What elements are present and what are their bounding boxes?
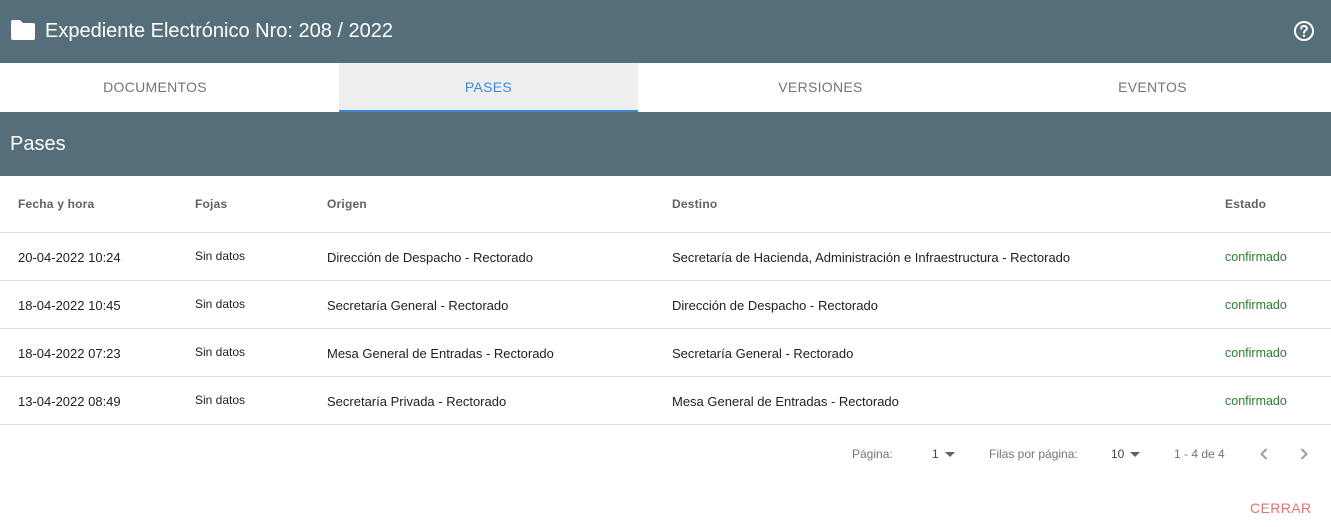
chevron-left-icon[interactable] — [1253, 443, 1275, 465]
chevron-right-icon[interactable] — [1293, 443, 1315, 465]
status-badge: confirmado — [1225, 250, 1287, 264]
status-badge: confirmado — [1225, 394, 1287, 408]
table-row[interactable]: 18-04-2022 07:23 Sin datos Mesa General … — [0, 329, 1331, 377]
cell-fojas: Sin datos — [195, 393, 246, 407]
cell-destino: Secretaría de Hacienda, Administración e… — [672, 250, 1071, 265]
cell-fojas: Sin datos — [195, 297, 246, 311]
cell-origen: Secretaría General - Rectorado — [327, 298, 509, 313]
section-title: Pases — [10, 133, 66, 155]
page-title: Expediente Electrónico Nro: 208 / 2022 — [45, 20, 393, 42]
page-range: 1 - 4 de 4 — [1174, 447, 1225, 461]
page-label: Página: — [852, 447, 893, 461]
cell-origen: Mesa General de Entradas - Rectorado — [327, 346, 554, 361]
section-header: Pases — [0, 112, 1331, 176]
table-row[interactable]: 20-04-2022 10:24 Sin datos Dirección de … — [0, 233, 1331, 281]
cell-destino: Mesa General de Entradas - Rectorado — [672, 394, 899, 409]
status-badge: confirmado — [1225, 298, 1287, 312]
column-header-origen[interactable]: Origen — [327, 197, 367, 211]
tab-versiones[interactable]: VERSIONES — [670, 63, 971, 111]
cell-fojas: Sin datos — [195, 249, 246, 263]
chevron-down-icon[interactable] — [1130, 452, 1140, 457]
cell-fecha: 18-04-2022 10:45 — [18, 298, 121, 313]
chevron-down-icon[interactable] — [945, 452, 955, 457]
table-row[interactable]: 13-04-2022 08:49 Sin datos Secretaría Pr… — [0, 377, 1331, 425]
status-badge: confirmado — [1225, 346, 1287, 360]
column-header-fecha[interactable]: Fecha y hora — [18, 197, 94, 211]
tab-documentos[interactable]: DOCUMENTOS — [0, 63, 310, 111]
pases-table: Fecha y hora Fojas Origen Destino Estado… — [0, 176, 1331, 425]
page-select[interactable]: 1 — [932, 447, 939, 461]
cell-fojas: Sin datos — [195, 345, 246, 359]
folder-icon — [11, 20, 35, 40]
tab-eventos[interactable]: EVENTOS — [1002, 63, 1303, 111]
tab-pases[interactable]: PASES — [339, 63, 638, 112]
app-header: Expediente Electrónico Nro: 208 / 2022 — [0, 0, 1331, 63]
cell-origen: Dirección de Despacho - Rectorado — [327, 250, 533, 265]
pagination: Página: 1 Filas por página: 10 1 - 4 de … — [0, 440, 1331, 468]
rows-per-page-label: Filas por página: — [989, 447, 1078, 461]
cell-origen: Secretaría Privada - Rectorado — [327, 394, 507, 409]
cell-destino: Dirección de Despacho - Rectorado — [672, 298, 878, 313]
table-row[interactable]: 18-04-2022 10:45 Sin datos Secretaría Ge… — [0, 281, 1331, 329]
help-circle-icon[interactable] — [1293, 20, 1315, 42]
cell-destino: Secretaría General - Rectorado — [672, 346, 854, 361]
cell-fecha: 20-04-2022 10:24 — [18, 250, 121, 265]
tab-bar: DOCUMENTOS PASES VERSIONES EVENTOS — [0, 63, 1331, 112]
close-button[interactable]: CERRAR — [1250, 500, 1312, 516]
column-header-estado[interactable]: Estado — [1225, 197, 1266, 211]
rows-per-page-select[interactable]: 10 — [1111, 447, 1124, 461]
column-header-destino[interactable]: Destino — [672, 197, 717, 211]
table-header: Fecha y hora Fojas Origen Destino Estado — [0, 176, 1331, 233]
cell-fecha: 18-04-2022 07:23 — [18, 346, 121, 361]
cell-fecha: 13-04-2022 08:49 — [18, 394, 121, 409]
column-header-fojas[interactable]: Fojas — [195, 197, 227, 211]
